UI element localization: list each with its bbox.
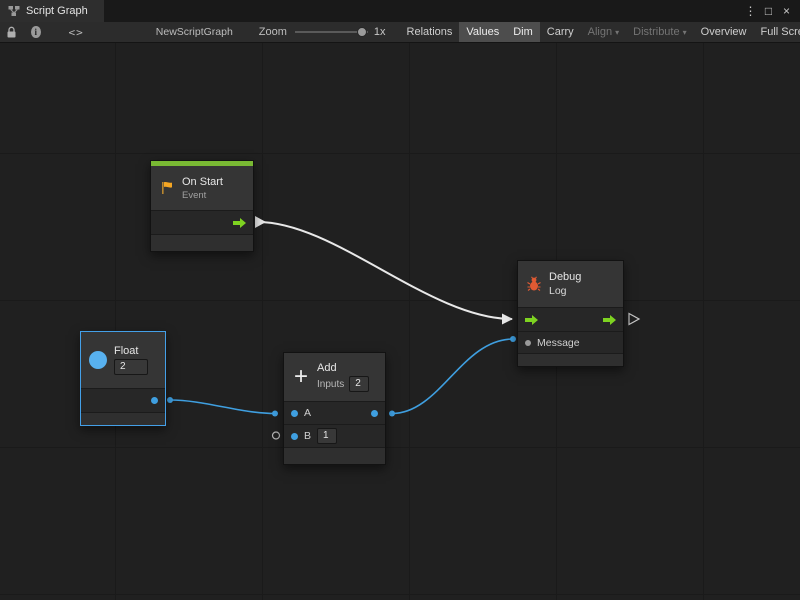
- tab-script-graph[interactable]: Script Graph: [0, 0, 104, 22]
- tab-title: Script Graph: [26, 5, 88, 17]
- chevron-down-icon: ▾: [615, 28, 619, 37]
- graph-canvas[interactable]: On Start Event Debug: [0, 43, 800, 600]
- wire-add-to-debug-message[interactable]: [392, 339, 513, 414]
- node-footer: [151, 234, 253, 251]
- tab-bar: Script Graph ⋮ □ ×: [0, 0, 800, 22]
- add-a-input-port[interactable]: [291, 410, 298, 417]
- distribute-button[interactable]: Distribute ▾: [626, 22, 693, 43]
- node-add[interactable]: + Add Inputs 2 A B 1: [283, 352, 386, 465]
- carry-button[interactable]: Carry: [540, 22, 581, 43]
- lock-icon[interactable]: [6, 26, 17, 39]
- code-icon[interactable]: <>: [69, 26, 84, 39]
- overview-button[interactable]: Overview: [694, 22, 754, 43]
- wire-onstart-to-debuglog[interactable]: [258, 222, 512, 319]
- float-icon: [89, 351, 107, 369]
- message-port-label: Message: [537, 337, 580, 349]
- add-a-input-connector[interactable]: [272, 411, 278, 417]
- flow-output-port[interactable]: [603, 315, 616, 325]
- dim-button[interactable]: Dim: [506, 22, 540, 43]
- info-icon[interactable]: i: [31, 26, 41, 38]
- close-icon[interactable]: ×: [779, 0, 794, 22]
- window-controls: ⋮ □ ×: [743, 0, 800, 22]
- node-footer: [284, 447, 385, 464]
- inputs-count-field[interactable]: 2: [349, 376, 369, 392]
- zoom-slider-handle[interactable]: [357, 27, 367, 37]
- flow-output-port[interactable]: [233, 218, 246, 228]
- window-menu-icon[interactable]: ⋮: [743, 0, 758, 22]
- graph-name: NewScriptGraph: [156, 26, 233, 38]
- port-b-label: B: [304, 430, 311, 442]
- inputs-label: Inputs: [317, 379, 344, 390]
- maximize-icon[interactable]: □: [761, 0, 776, 22]
- node-subtitle: Event: [182, 190, 223, 201]
- script-graph-icon: [8, 5, 20, 17]
- debug-message-input-connector[interactable]: [510, 336, 516, 342]
- message-input-port[interactable]: [525, 340, 531, 346]
- node-title: Float: [114, 345, 148, 357]
- script-graph-window: Script Graph ⋮ □ × i <> NewScriptGraph Z…: [0, 0, 800, 600]
- wire-end-arrow: [502, 314, 513, 325]
- float-value-field[interactable]: 2: [114, 359, 148, 375]
- add-b-value-field[interactable]: 1: [317, 428, 337, 444]
- distribute-label: Distribute: [633, 26, 679, 38]
- add-sum-output-connector[interactable]: [389, 411, 395, 417]
- node-debug-log[interactable]: Debug Log Message: [517, 260, 624, 367]
- node-float[interactable]: Float 2: [80, 331, 166, 426]
- node-title: Debug: [549, 271, 581, 283]
- port-a-label: A: [304, 407, 311, 419]
- add-sum-output-port[interactable]: [371, 410, 378, 417]
- graph-wires: [0, 43, 800, 600]
- align-button[interactable]: Align▾: [581, 22, 626, 43]
- flow-input-port[interactable]: [525, 315, 538, 325]
- node-on-start[interactable]: On Start Event: [150, 160, 254, 252]
- node-footer: [518, 353, 623, 366]
- full-screen-button[interactable]: Full Screen: [753, 22, 800, 43]
- add-b-input-connector[interactable]: [273, 432, 280, 439]
- flag-icon: [159, 180, 175, 196]
- zoom-slider[interactable]: [295, 31, 368, 33]
- zoom-label: Zoom: [259, 26, 287, 38]
- node-subtitle: Log: [549, 285, 581, 297]
- values-button[interactable]: Values: [459, 22, 506, 43]
- bug-icon: [526, 276, 542, 292]
- node-title: Add: [317, 362, 369, 374]
- wire-float-to-add-a[interactable]: [170, 400, 275, 414]
- float-output-port[interactable]: [151, 397, 158, 404]
- plus-icon: +: [292, 365, 310, 389]
- node-footer: [81, 412, 165, 425]
- wire-start-arrow: [255, 216, 266, 228]
- node-title: On Start: [182, 176, 223, 188]
- add-b-input-port[interactable]: [291, 433, 298, 440]
- align-label: Align: [588, 26, 612, 38]
- zoom-value: 1x: [374, 26, 386, 38]
- relations-button[interactable]: Relations: [400, 22, 460, 43]
- chevron-down-icon: ▾: [683, 28, 687, 37]
- graph-toolbar: i <> NewScriptGraph Zoom 1x Relations Va…: [0, 22, 800, 43]
- debug-flow-output-connector[interactable]: [629, 314, 639, 325]
- float-output-connector[interactable]: [167, 397, 173, 403]
